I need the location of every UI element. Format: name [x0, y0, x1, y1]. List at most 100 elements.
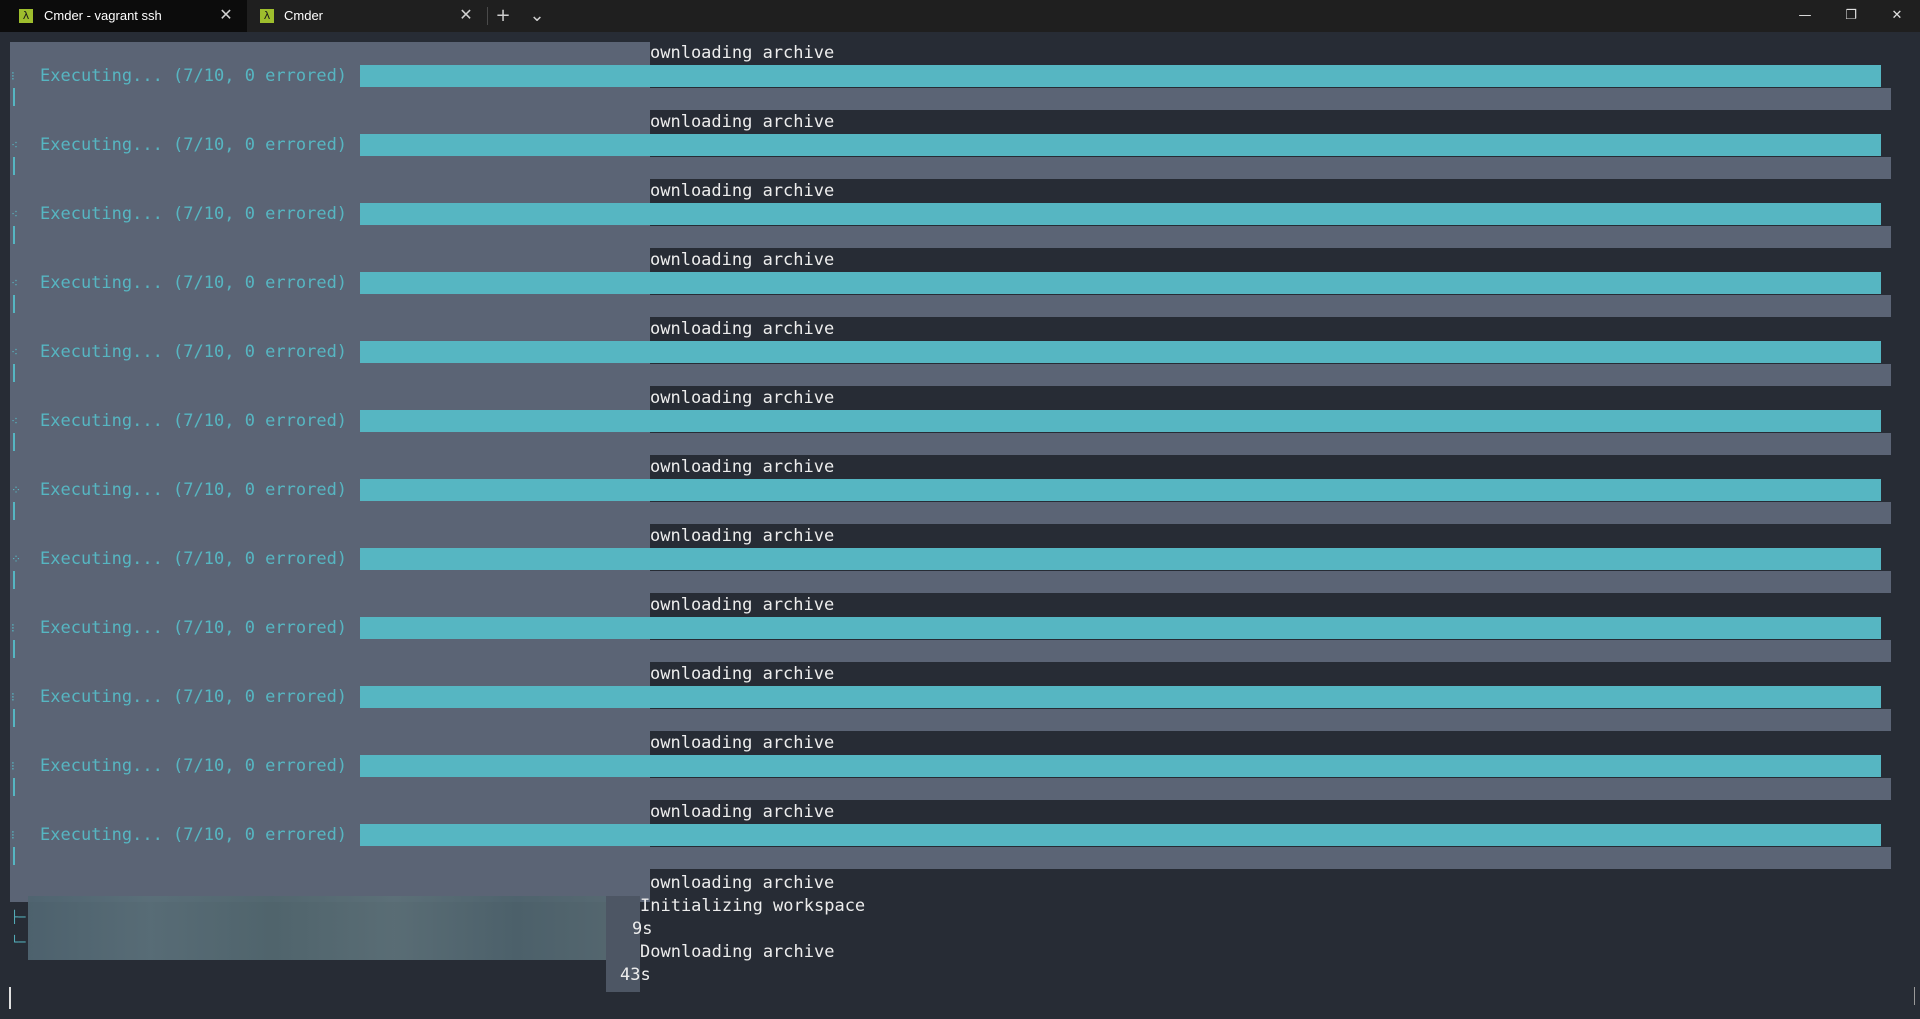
download-status: ownloading archive: [650, 664, 835, 684]
tree-line: [13, 778, 15, 796]
progress-block: ownloading archive ⁖ Executing... (7/10, 0…: [0, 249, 1920, 318]
selection-band: [360, 847, 1891, 869]
scroll-marker: [1914, 987, 1915, 1005]
spinner-glyph: ⁝: [11, 828, 15, 842]
progress-block: ownloading archive ⁝ Executing... (7/10, 0…: [0, 594, 1920, 663]
selection-band: [360, 571, 1891, 593]
progress-bar-fill: [360, 686, 1881, 708]
download-status: ownloading archive: [650, 250, 835, 270]
download-status: ownloading archive: [650, 526, 835, 546]
progress-bar: [360, 410, 1881, 432]
progress-bar-fill: [360, 134, 1881, 156]
tree-line: [13, 640, 15, 658]
progress-bar: [360, 548, 1881, 570]
progress-bar: [360, 65, 1881, 87]
spinner-glyph: ⁖: [11, 345, 19, 359]
progress-block: ownloading archive ⁖ Executing... (7/10, 0…: [0, 387, 1920, 456]
text-cursor: [9, 987, 11, 1009]
progress-block: ownloading archive ⁝ Executing... (7/10, 0…: [0, 801, 1920, 870]
selection-band: [360, 157, 1891, 179]
tab-title: Cmder: [284, 8, 324, 23]
new-tab-button[interactable]: +: [489, 4, 517, 28]
progress-bar: [360, 824, 1881, 846]
spinner-glyph: ⁝: [11, 621, 15, 635]
tree-line: [13, 433, 15, 451]
executing-status: Executing... (7/10, 0 errored): [40, 825, 348, 845]
selection-band: [360, 640, 1891, 662]
progress-bar-fill: [360, 410, 1881, 432]
selection-band: [360, 364, 1891, 386]
progress-block: ownloading archive ⁘ Executing... (7/10, 0…: [0, 525, 1920, 594]
selection-band: [360, 226, 1891, 248]
progress-block: ownloading archive ⁖ Executing... (7/10, 0…: [0, 180, 1920, 249]
selection-band: [360, 502, 1891, 524]
tab-cmder[interactable]: λ Cmder ✕: [247, 0, 487, 32]
download-status: ownloading archive: [650, 388, 835, 408]
download-status: ownloading archive: [650, 595, 835, 615]
executing-status: Executing... (7/10, 0 errored): [40, 204, 348, 224]
progress-block: ownloading archive ⁖ Executing... (7/10, 0…: [0, 318, 1920, 387]
terminal-line: └─ Downloading archive: [0, 935, 1920, 964]
close-icon[interactable]: ✕: [217, 6, 235, 24]
download-status: ownloading archive: [650, 112, 835, 132]
close-window-button[interactable]: ✕: [1874, 0, 1920, 32]
executing-status: Executing... (7/10, 0 errored): [40, 66, 348, 86]
restore-button[interactable]: ❐: [1828, 0, 1874, 32]
selection-band: [360, 778, 1891, 800]
tree-line: [13, 364, 15, 382]
progress-bar: [360, 617, 1881, 639]
selection-band: [360, 709, 1891, 731]
executing-status: Executing... (7/10, 0 errored): [40, 273, 348, 293]
spinner-glyph: ⁘: [11, 483, 22, 497]
spinner-glyph: ⁖: [11, 414, 19, 428]
selection-band: [360, 433, 1891, 455]
minimize-button[interactable]: —: [1782, 0, 1828, 32]
progress-bar-fill: [360, 617, 1881, 639]
progress-block: ownloading archive ⁖ Executing... (7/10, 0…: [0, 111, 1920, 180]
executing-status: Executing... (7/10, 0 errored): [40, 135, 348, 155]
terminal-line: 43s: [0, 964, 1920, 987]
tree-line: [13, 847, 15, 865]
close-icon[interactable]: ✕: [457, 6, 475, 24]
progress-bar: [360, 686, 1881, 708]
progress-bar-fill: [360, 479, 1881, 501]
tree-line: [13, 295, 15, 313]
executing-status: Executing... (7/10, 0 errored): [40, 756, 348, 776]
download-status: ownloading archive: [650, 43, 835, 63]
tree-line: [13, 157, 15, 175]
download-status: ownloading archive: [650, 457, 835, 477]
tree-line: [13, 88, 15, 106]
spinner-glyph: ⁖: [11, 138, 19, 152]
executing-status: Executing... (7/10, 0 errored): [40, 342, 348, 362]
tree-line: [13, 502, 15, 520]
terminal-line: ownloading archive: [0, 872, 1920, 895]
lambda-icon: λ: [260, 9, 274, 23]
progress-bar: [360, 755, 1881, 777]
progress-bar: [360, 134, 1881, 156]
progress-block: ownloading archive ⁘ Executing... (7/10, 0…: [0, 456, 1920, 525]
tab-title: Cmder - vagrant ssh: [44, 8, 162, 23]
spinner-glyph: ⁝: [11, 759, 15, 773]
selection-band: [360, 88, 1891, 110]
progress-bar: [360, 479, 1881, 501]
spinner-glyph: ⁝: [11, 690, 15, 704]
spinner-glyph: ⁖: [11, 276, 19, 290]
tab-dropdown-button[interactable]: ⌄: [523, 4, 551, 28]
progress-bar-fill: [360, 548, 1881, 570]
progress-bar-fill: [360, 272, 1881, 294]
tree-line: [13, 709, 15, 727]
tree-line: [13, 226, 15, 244]
tab-cmder-vagrant-ssh[interactable]: λ Cmder - vagrant ssh ✕: [0, 0, 247, 32]
progress-bar: [360, 272, 1881, 294]
tab-separator: [487, 7, 488, 25]
tree-line: [13, 571, 15, 589]
executing-status: Executing... (7/10, 0 errored): [40, 618, 348, 638]
lambda-icon: λ: [19, 9, 33, 23]
progress-block: ownloading archive ⁝ Executing... (7/10, 0…: [0, 663, 1920, 732]
tab-bar: λ Cmder - vagrant ssh ✕ λ Cmder ✕ + ⌄ — …: [0, 0, 1920, 32]
executing-status: Executing... (7/10, 0 errored): [40, 480, 348, 500]
terminal-pane[interactable]: ownloading archive ⁝ Executing... (7/10, 0…: [0, 32, 1920, 1019]
spinner-glyph: ⁖: [11, 207, 19, 221]
progress-bar-fill: [360, 341, 1881, 363]
download-status: ownloading archive: [650, 873, 835, 893]
